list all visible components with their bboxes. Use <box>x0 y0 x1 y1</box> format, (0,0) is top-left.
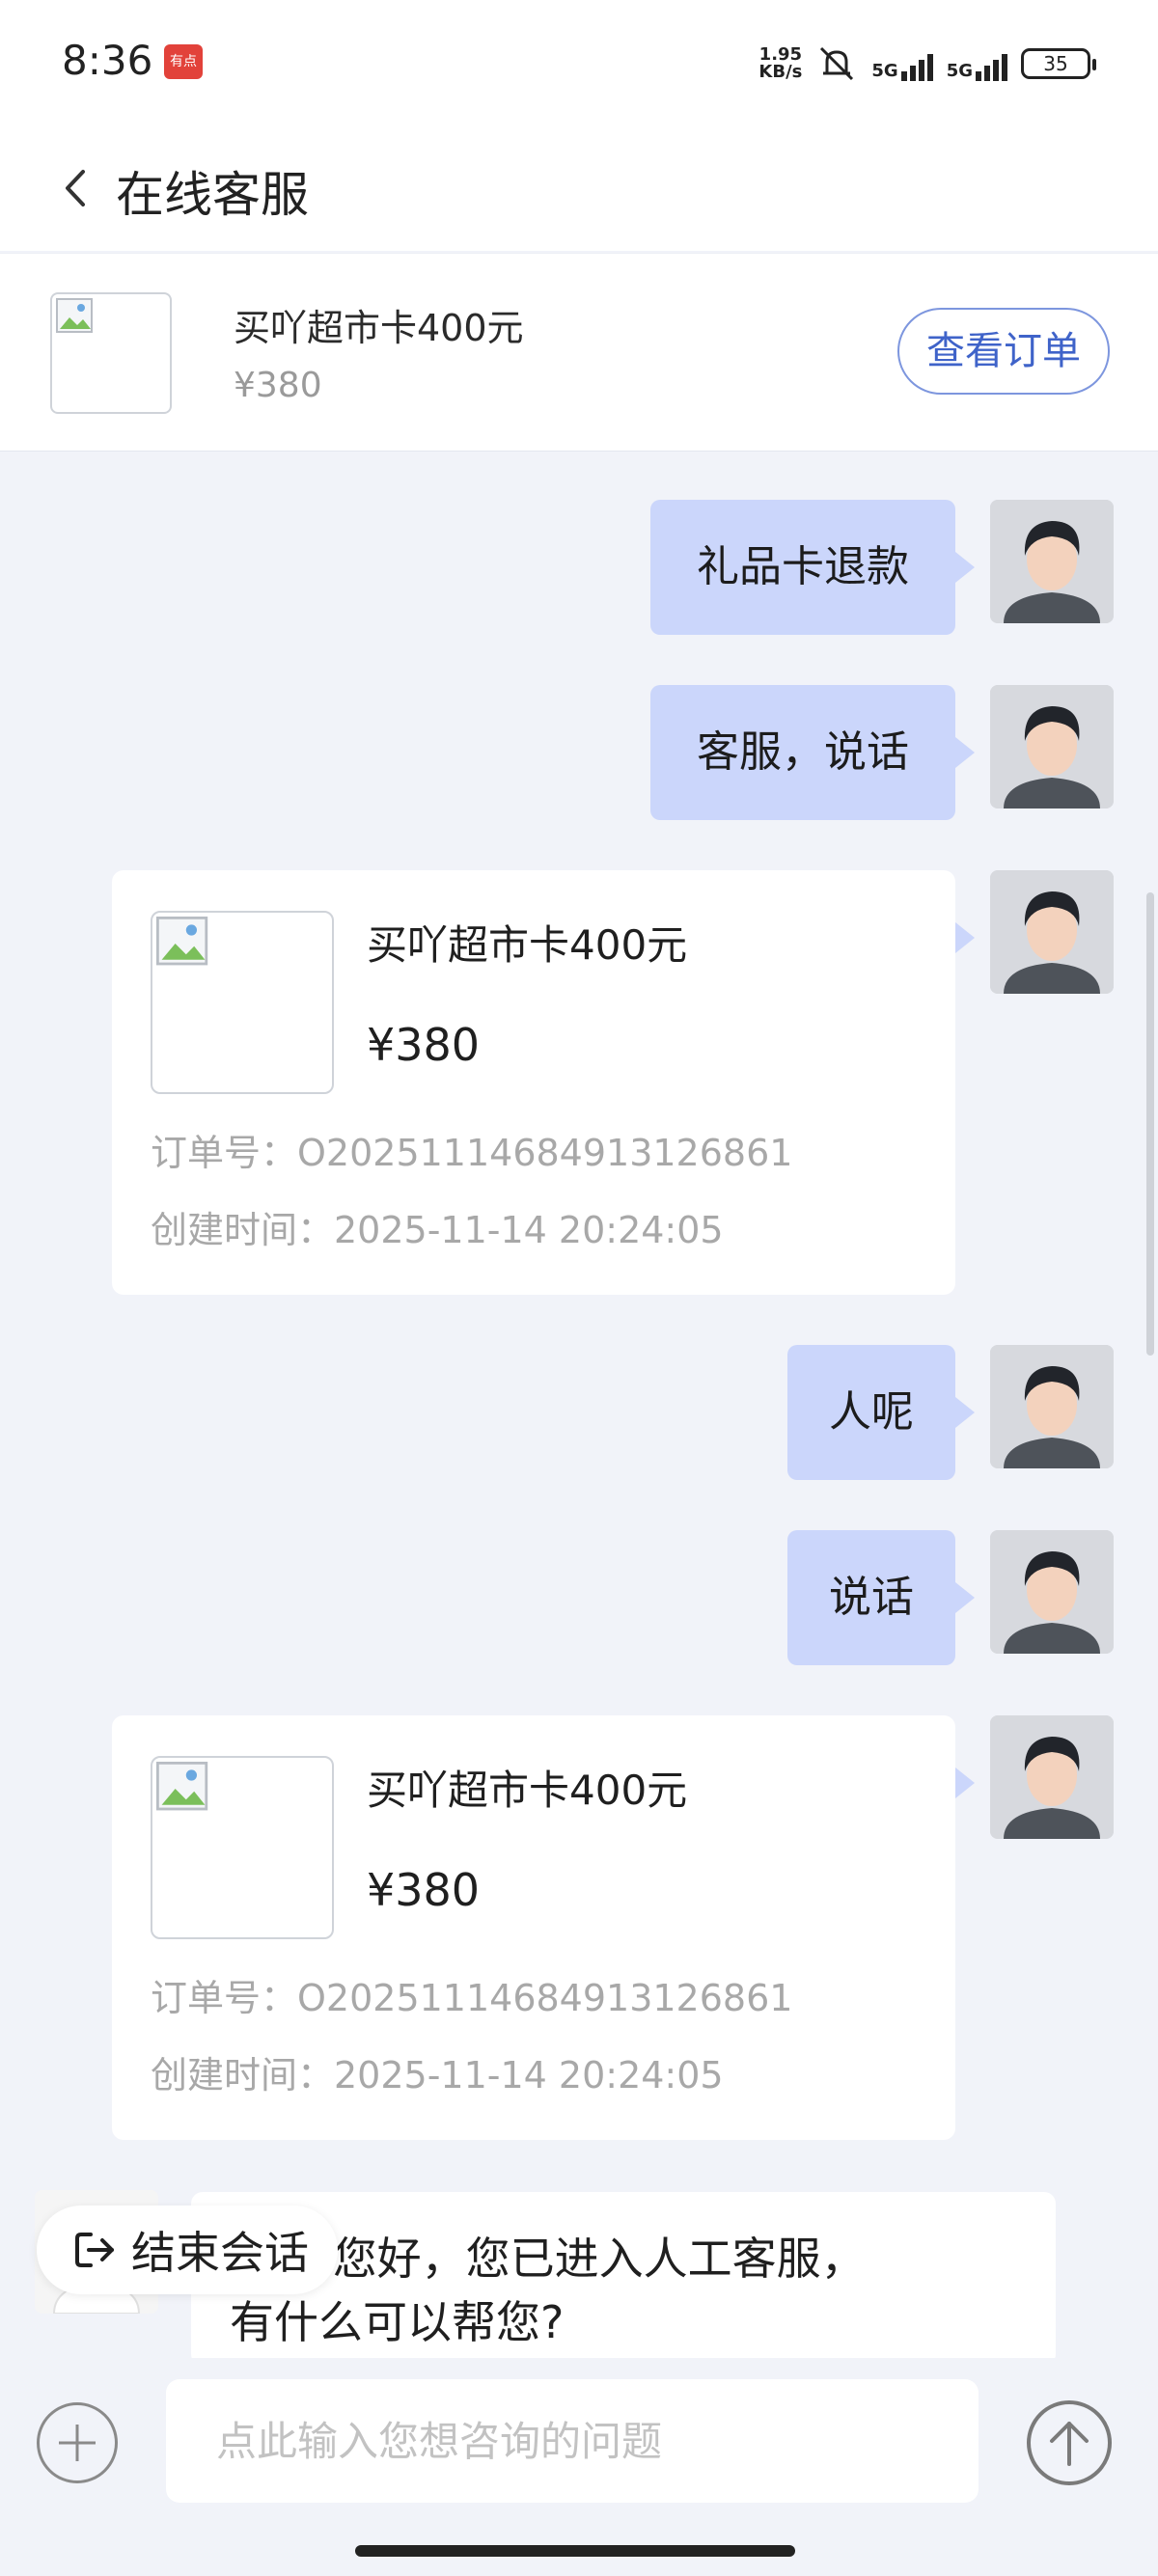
user-avatar-icon <box>990 870 1114 994</box>
logout-icon <box>75 2233 114 2267</box>
nav-bar: 在线客服 <box>0 125 1158 251</box>
end-session-button[interactable]: 结束会话 <box>37 2206 338 2294</box>
user-message: 说话 <box>787 1530 975 1665</box>
order-created-time: 创建时间：2025-11-14 20:24:05 <box>151 2054 724 2096</box>
battery-icon: 35 <box>1021 48 1096 79</box>
end-session-label: 结束会话 <box>131 2227 309 2279</box>
status-bar: 8:36 有点 1.95 KB/s 5G 5G 35 <box>0 0 1158 125</box>
user-avatar-icon <box>990 500 1114 623</box>
network-speed: 1.95 KB/s <box>758 44 803 82</box>
order-price: ¥380 <box>234 366 322 405</box>
mute-bell-icon <box>820 46 854 81</box>
user-avatar-icon <box>990 1715 1114 1839</box>
home-indicator <box>355 2545 795 2557</box>
message-input[interactable] <box>166 2379 979 2503</box>
broken-image-icon <box>156 1762 208 1811</box>
user-avatar <box>990 685 1114 808</box>
signal-5g-icon: 5G <box>947 46 1007 81</box>
product-name: 买吖超市卡400元 <box>367 921 688 969</box>
product-card-message[interactable]: 买吖超市卡400元 ¥380 订单号：O20251114684913126861… <box>112 870 975 1295</box>
product-price: ¥380 <box>367 1864 481 1916</box>
broken-image-icon <box>156 917 208 966</box>
send-button[interactable] <box>1027 2400 1112 2485</box>
user-avatar-icon <box>990 1530 1114 1654</box>
product-image <box>151 911 334 1094</box>
input-bar <box>0 2358 1158 2532</box>
product-name: 买吖超市卡400元 <box>367 1767 688 1814</box>
user-avatar <box>990 500 1114 623</box>
user-avatar-icon <box>990 685 1114 808</box>
user-message: 礼品卡退款 <box>650 500 975 635</box>
order-created-time: 创建时间：2025-11-14 20:24:05 <box>151 1209 724 1251</box>
user-avatar <box>990 1345 1114 1468</box>
user-avatar-icon <box>990 1345 1114 1468</box>
page-title: 在线客服 <box>116 167 309 223</box>
user-avatar <box>990 1530 1114 1654</box>
agent-message-line: 有什么可以帮您? <box>230 2296 565 2348</box>
product-card-message[interactable]: 买吖超市卡400元 ¥380 订单号：O20251114684913126861… <box>112 1715 975 2140</box>
view-order-button[interactable]: 查看订单 <box>897 308 1110 395</box>
chat-area[interactable]: 礼品卡退款 客服，说话 买吖超市卡400元 ¥380 订单号：O20251114… <box>0 453 1158 2354</box>
order-number: 订单号：O20251114684913126861 <box>151 1977 793 2019</box>
scrollbar[interactable] <box>1146 892 1154 1356</box>
app-notification-icon: 有点 <box>164 44 203 79</box>
back-button[interactable] <box>52 164 100 212</box>
product-image <box>50 292 172 414</box>
user-message: 人呢 <box>787 1345 975 1480</box>
user-message: 客服，说话 <box>650 685 975 820</box>
order-summary-card: 买吖超市卡400元 ¥380 查看订单 <box>0 253 1158 452</box>
user-avatar <box>990 870 1114 994</box>
status-time: 8:36 <box>62 37 153 84</box>
order-number: 订单号：O20251114684913126861 <box>151 1132 793 1174</box>
signal-5g-icon: 5G <box>871 46 933 81</box>
chevron-left-icon <box>66 170 85 206</box>
status-icons: 1.95 KB/s 5G 5G 35 <box>758 42 1096 85</box>
broken-image-icon <box>56 298 93 333</box>
product-image <box>151 1756 334 1939</box>
agent-message-line: 主， 您好，您已进入人工客服， <box>230 2233 866 2285</box>
add-attachment-button[interactable] <box>37 2402 118 2483</box>
arrow-up-icon <box>1050 2422 1089 2466</box>
user-avatar <box>990 1715 1114 1839</box>
order-product-name: 买吖超市卡400元 <box>234 307 524 349</box>
product-price: ¥380 <box>367 1019 481 1071</box>
